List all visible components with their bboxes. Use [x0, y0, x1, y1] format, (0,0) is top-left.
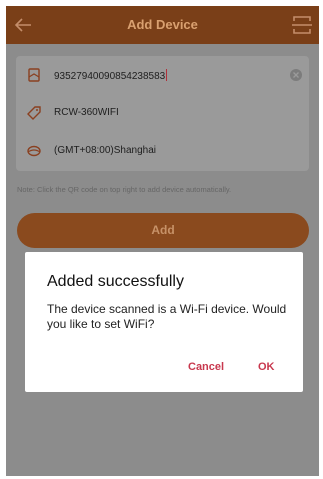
tag-icon — [26, 105, 42, 121]
globe-icon — [26, 143, 42, 159]
cancel-button[interactable]: Cancel — [188, 361, 224, 373]
document-icon — [26, 67, 42, 83]
serial-number-text: 93527940090854238583 — [54, 69, 168, 82]
clear-icon[interactable] — [289, 68, 303, 82]
device-form: 93527940090854238583 RCW-360WIFI (GMT+08… — [16, 56, 309, 171]
qr-hint-note: Note: Click the QR code on top right to … — [17, 185, 232, 194]
qr-scan-icon[interactable] — [291, 14, 313, 36]
app-header: Add Device — [6, 6, 319, 44]
device-model-field[interactable]: RCW-360WIFI — [16, 94, 309, 132]
add-button[interactable]: Add — [17, 213, 309, 248]
serial-number-field[interactable]: 93527940090854238583 — [16, 56, 309, 94]
app-screen: Add Device 93527940090854238583 RCW-360W… — [6, 6, 319, 476]
ok-button[interactable]: OK — [258, 361, 275, 373]
timezone-field[interactable]: (GMT+08:00)Shanghai — [16, 132, 309, 170]
success-dialog: Added successfully The device scanned is… — [25, 252, 303, 392]
page-title: Add Device — [127, 17, 198, 32]
timezone-text: (GMT+08:00)Shanghai — [54, 145, 157, 156]
dialog-message: The device scanned is a Wi-Fi device. Wo… — [47, 302, 287, 331]
device-model-text: RCW-360WIFI — [54, 107, 119, 118]
text-cursor — [166, 69, 168, 81]
dialog-title: Added successfully — [47, 273, 184, 290]
